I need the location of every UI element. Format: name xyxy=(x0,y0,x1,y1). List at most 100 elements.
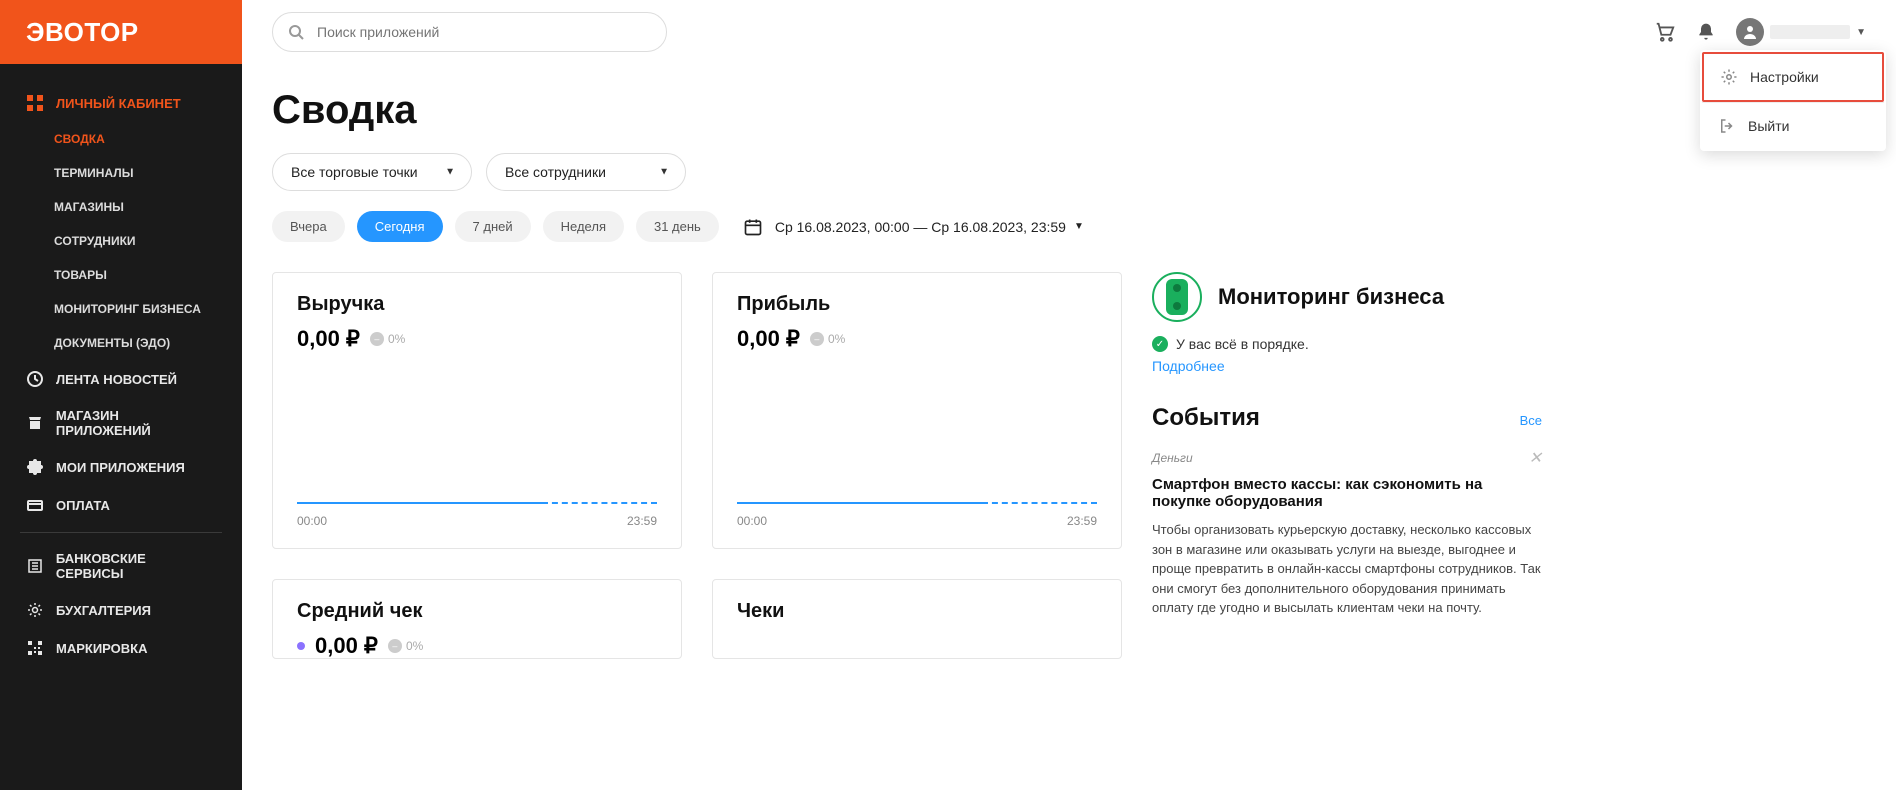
user-menu-trigger[interactable]: ▼ xyxy=(1736,18,1866,46)
card-title: Прибыль xyxy=(737,293,1097,316)
chart-area: 00:00 23:59 xyxy=(297,358,657,528)
status-text: У вас всё в порядке. xyxy=(1176,336,1309,352)
date-range-text: Ср 16.08.2023, 00:00 — Ср 16.08.2023, 23… xyxy=(775,219,1066,235)
event-title: Смартфон вместо кассы: как сэкономить на… xyxy=(1152,476,1542,510)
nav-sub-terminals[interactable]: ТЕРМИНАЛЫ xyxy=(0,156,242,190)
events-title: События xyxy=(1152,404,1260,432)
trend-icon: – xyxy=(388,639,402,653)
nav-sub-goods[interactable]: ТОВАРЫ xyxy=(0,258,242,292)
bell-icon[interactable] xyxy=(1696,22,1716,42)
card-revenue: Выручка 0,00 ₽ –0% 00:00 23:59 xyxy=(272,272,682,549)
value-text: 0,00 ₽ xyxy=(737,326,800,352)
chart-labels: 00:00 23:59 xyxy=(737,514,1097,528)
time-31day[interactable]: 31 день xyxy=(636,211,719,242)
news-icon xyxy=(26,370,44,388)
dropdown-logout[interactable]: Выйти xyxy=(1702,103,1884,149)
time-7days[interactable]: 7 дней xyxy=(455,211,531,242)
filter-staff[interactable]: Все сотрудники xyxy=(486,153,686,191)
pct-text: –0% xyxy=(370,332,405,346)
puzzle-icon xyxy=(26,458,44,476)
cards-col: Выручка 0,00 ₽ –0% 00:00 23:59 xyxy=(272,272,1122,659)
nav-sub-shops[interactable]: МАГАЗИНЫ xyxy=(0,190,242,224)
nav-banking[interactable]: БАНКОВСКИЕ СЕРВИСЫ xyxy=(0,541,242,591)
card-title: Чеки xyxy=(737,600,1097,623)
content: Сводка Все торговые точки Все сотрудники… xyxy=(242,64,1896,689)
nav-news[interactable]: ЛЕНТА НОВОСТЕЙ xyxy=(0,360,242,398)
chart-start: 00:00 xyxy=(297,514,327,528)
bank-icon xyxy=(26,557,44,575)
dropdown-settings[interactable]: Настройки xyxy=(1702,52,1884,102)
nav-sub-monitoring[interactable]: МОНИТОРИНГ БИЗНЕСА xyxy=(0,292,242,326)
main: ▼ Настройки Выйти Сводка Все то xyxy=(242,0,1896,790)
search-input[interactable] xyxy=(272,12,667,52)
search-wrap xyxy=(272,12,667,52)
topbar: ▼ xyxy=(242,0,1896,64)
event-category: Деньги ✕ xyxy=(1152,448,1542,468)
chart-area: 00:00 23:59 xyxy=(737,358,1097,528)
card-value: 0,00 ₽ –0% xyxy=(297,633,657,659)
chart-line xyxy=(737,502,982,504)
card-title: Средний чек xyxy=(297,600,657,623)
nav-label: МАГАЗИН ПРИЛОЖЕНИЙ xyxy=(56,408,216,438)
page-title: Сводка xyxy=(272,88,1866,133)
time-row: Вчера Сегодня 7 дней Неделя 31 день Ср 1… xyxy=(272,211,1866,242)
user-name xyxy=(1770,25,1850,39)
nav-label: МАРКИРОВКА xyxy=(56,641,148,656)
time-week[interactable]: Неделя xyxy=(543,211,624,242)
monitoring-more-link[interactable]: Подробнее xyxy=(1152,358,1225,374)
store-icon xyxy=(26,414,44,432)
nav-sub-staff[interactable]: СОТРУДНИКИ xyxy=(0,224,242,258)
nav-label: БАНКОВСКИЕ СЕРВИСЫ xyxy=(56,551,216,581)
logo: ЭВОТОР xyxy=(0,0,242,64)
grid: Выручка 0,00 ₽ –0% 00:00 23:59 xyxy=(272,272,1866,659)
chevron-down-icon: ▼ xyxy=(1074,221,1084,232)
events-head: События Все xyxy=(1152,404,1542,432)
nav-label: ЛЕНТА НОВОСТЕЙ xyxy=(56,372,177,387)
chart-labels: 00:00 23:59 xyxy=(297,514,657,528)
nav-store[interactable]: МАГАЗИН ПРИЛОЖЕНИЙ xyxy=(0,398,242,448)
nav: ЛИЧНЫЙ КАБИНЕТ СВОДКА ТЕРМИНАЛЫ МАГАЗИНЫ… xyxy=(0,64,242,667)
monitoring-status: ✓ У вас всё в порядке. xyxy=(1152,336,1542,352)
traffic-light-icon xyxy=(1152,272,1202,322)
filter-points[interactable]: Все торговые точки xyxy=(272,153,472,191)
pct-text: –0% xyxy=(388,639,423,653)
top-actions: ▼ xyxy=(1654,18,1866,46)
gear-icon xyxy=(26,601,44,619)
event-body: Чтобы организовать курьерскую доставку, … xyxy=(1152,520,1542,618)
chart-line-dashed xyxy=(982,502,1097,504)
dropdown-label: Настройки xyxy=(1750,69,1819,85)
nav-label: ОПЛАТА xyxy=(56,498,110,513)
chart-line xyxy=(297,502,542,504)
date-range-picker[interactable]: Ср 16.08.2023, 00:00 — Ср 16.08.2023, 23… xyxy=(775,219,1084,235)
chevron-down-icon: ▼ xyxy=(1856,27,1866,38)
monitoring-title: Мониторинг бизнеса xyxy=(1218,284,1444,310)
card-profit: Прибыль 0,00 ₽ –0% 00:00 23:59 xyxy=(712,272,1122,549)
close-icon[interactable]: ✕ xyxy=(1529,448,1542,468)
nav-cabinet[interactable]: ЛИЧНЫЙ КАБИНЕТ xyxy=(0,84,242,122)
cards-row-1: Выручка 0,00 ₽ –0% 00:00 23:59 xyxy=(272,272,1122,549)
time-today[interactable]: Сегодня xyxy=(357,211,443,242)
nav-label: ЛИЧНЫЙ КАБИНЕТ xyxy=(56,96,181,111)
search-icon xyxy=(288,24,304,40)
nav-payment[interactable]: ОПЛАТА xyxy=(0,486,242,524)
nav-marking[interactable]: МАРКИРОВКА xyxy=(0,629,242,667)
nav-sub-docs[interactable]: ДОКУМЕНТЫ (ЭДО) xyxy=(0,326,242,360)
value-text: 0,00 ₽ xyxy=(297,326,360,352)
calendar-icon[interactable] xyxy=(743,217,763,237)
cards-row-2: Средний чек 0,00 ₽ –0% Чеки xyxy=(272,579,1122,659)
cart-icon[interactable] xyxy=(1654,21,1676,43)
events-all-link[interactable]: Все xyxy=(1520,413,1542,428)
divider xyxy=(20,532,222,533)
pct-text: –0% xyxy=(810,332,845,346)
nav-accounting[interactable]: БУХГАЛТЕРИЯ xyxy=(0,591,242,629)
right-col: Мониторинг бизнеса ✓ У вас всё в порядке… xyxy=(1152,272,1542,659)
nav-sub-svodka[interactable]: СВОДКА xyxy=(0,122,242,156)
event-category-text: Деньги xyxy=(1152,451,1193,465)
grid-icon xyxy=(26,94,44,112)
user-dropdown: Настройки Выйти xyxy=(1700,50,1886,151)
gear-icon xyxy=(1720,68,1738,86)
card-checks: Чеки xyxy=(712,579,1122,659)
card-value: 0,00 ₽ –0% xyxy=(297,326,657,352)
nav-myapps[interactable]: МОИ ПРИЛОЖЕНИЯ xyxy=(0,448,242,486)
time-yesterday[interactable]: Вчера xyxy=(272,211,345,242)
